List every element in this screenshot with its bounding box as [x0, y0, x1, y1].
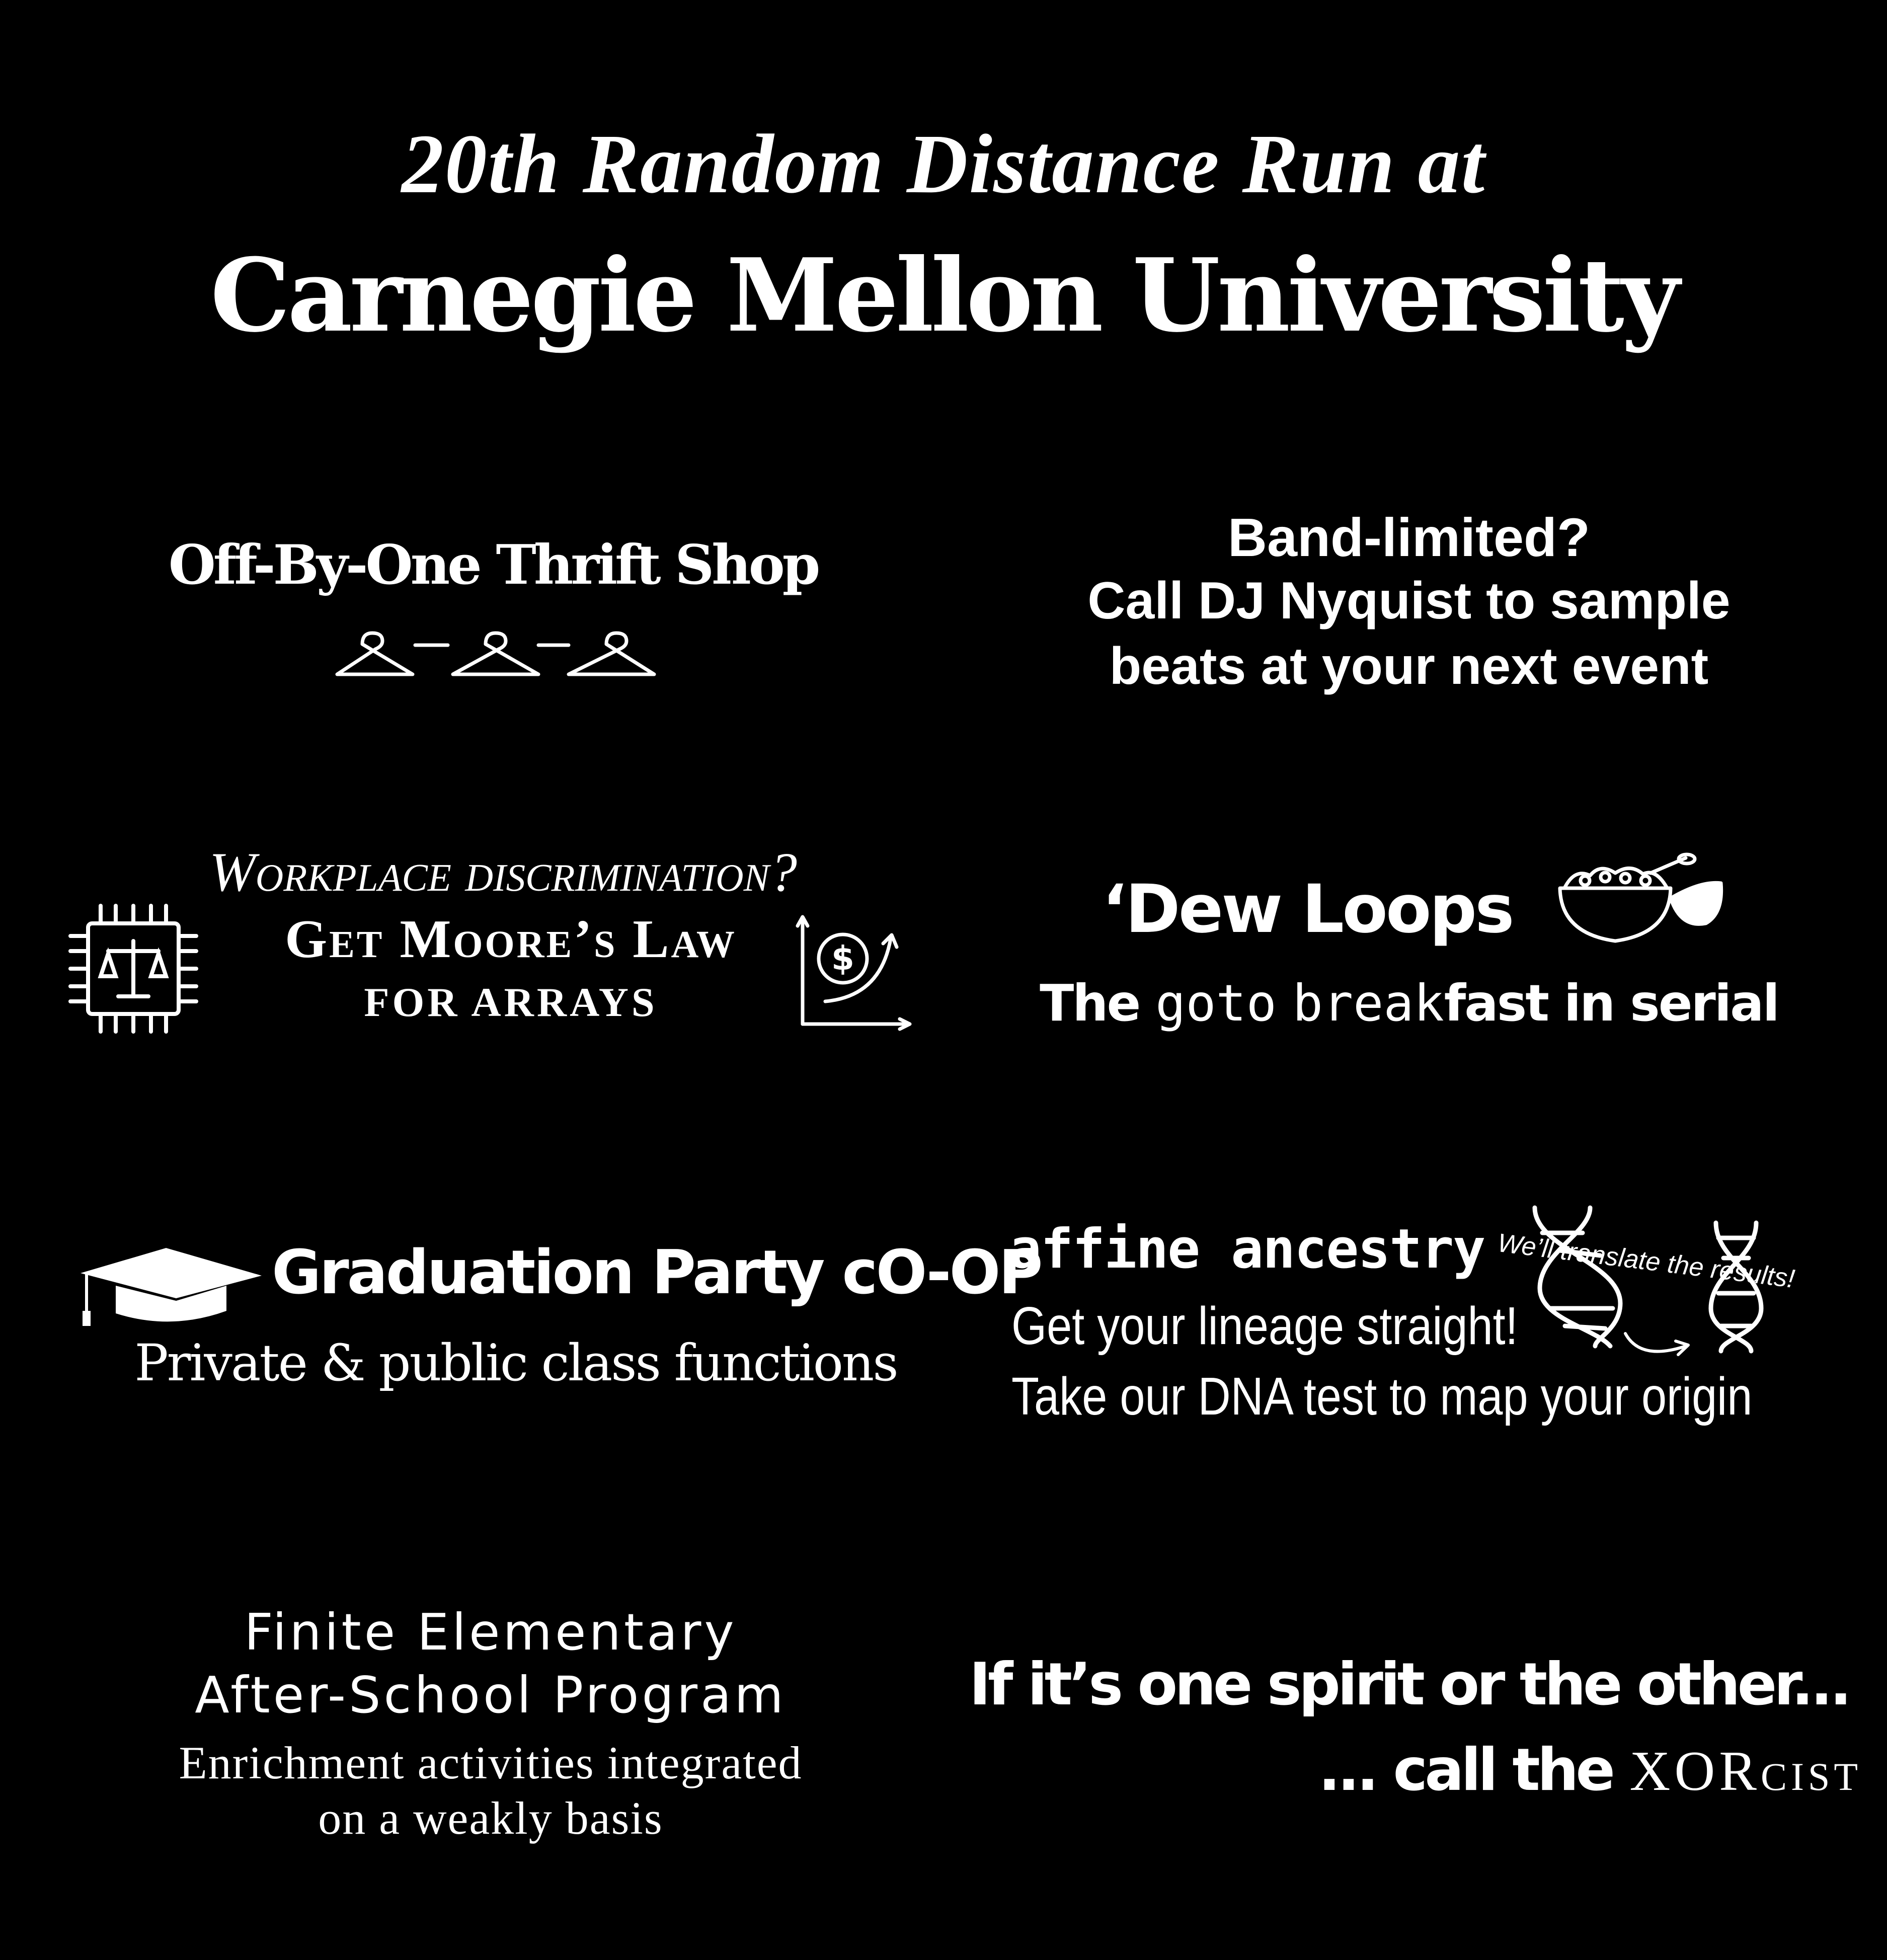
workplace-line3: FOR ARRAYS [364, 979, 658, 1025]
dew-loops-tagline: The goto breakfast in serial [956, 974, 1862, 1033]
tagline-goto: goto [1155, 974, 1277, 1033]
xorcist-line2-pre: ... call the [1318, 1736, 1615, 1804]
workplace-heading: Workplace discrimination? [209, 841, 797, 903]
svg-text:$: $ [831, 939, 854, 978]
workplace-line2: Get Moore’s Law [285, 909, 737, 969]
band-limited-heading: Band-limited? [1228, 507, 1590, 568]
finite-line3: Enrichment activities integrated [179, 1737, 803, 1788]
thrift-shop-name: Off-By-One Thrift Shop [168, 533, 821, 597]
xorcist-line1: If it’s one spirit or the other... [969, 1651, 1852, 1718]
dollar-growth-chart-icon: $ [796, 915, 912, 1031]
chip-scales-icon [68, 904, 198, 1034]
arrow-icon [1624, 1332, 1690, 1356]
affine-line1: Get your lineage straight! [1011, 1296, 1518, 1356]
finite-line1: Finite Elementary [244, 1603, 737, 1662]
dna-icon [1532, 1205, 1623, 1349]
dew-loops-brand: ‘Dew Loops [1102, 871, 1515, 948]
affine-line2: Take our DNA test to map your origin [1011, 1367, 1753, 1426]
band-limited-line3: beats at your next event [1109, 637, 1709, 695]
affine-ancestry-brand: affine ancestry [1009, 1218, 1485, 1281]
tagline-break: break [1292, 974, 1444, 1033]
graduation-party-sub: Private & public class functions [134, 1334, 898, 1392]
page-title-line2: Carnegie Mellon University [210, 237, 1680, 355]
cereal-bowl-icon [1558, 852, 1723, 943]
graduation-party-name: Graduation Party cO-OP [272, 1238, 1043, 1308]
page-title-line1: 20th Random Distance Run at [401, 117, 1486, 211]
graduation-cap-icon [81, 1248, 262, 1326]
tagline-the: The [1040, 974, 1141, 1033]
hanger-icon [335, 631, 656, 676]
band-limited-line2: Call DJ Nyquist to sample [1087, 572, 1731, 630]
tagline-rest: fast in serial [1444, 974, 1780, 1033]
xorcist-line2: ... call the XORcist [1177, 1736, 1862, 1804]
xorcist-brand: XORcist [1629, 1740, 1862, 1802]
finite-line2: After-School Program [195, 1666, 787, 1724]
finite-line4: on a weakly basis [318, 1792, 663, 1844]
